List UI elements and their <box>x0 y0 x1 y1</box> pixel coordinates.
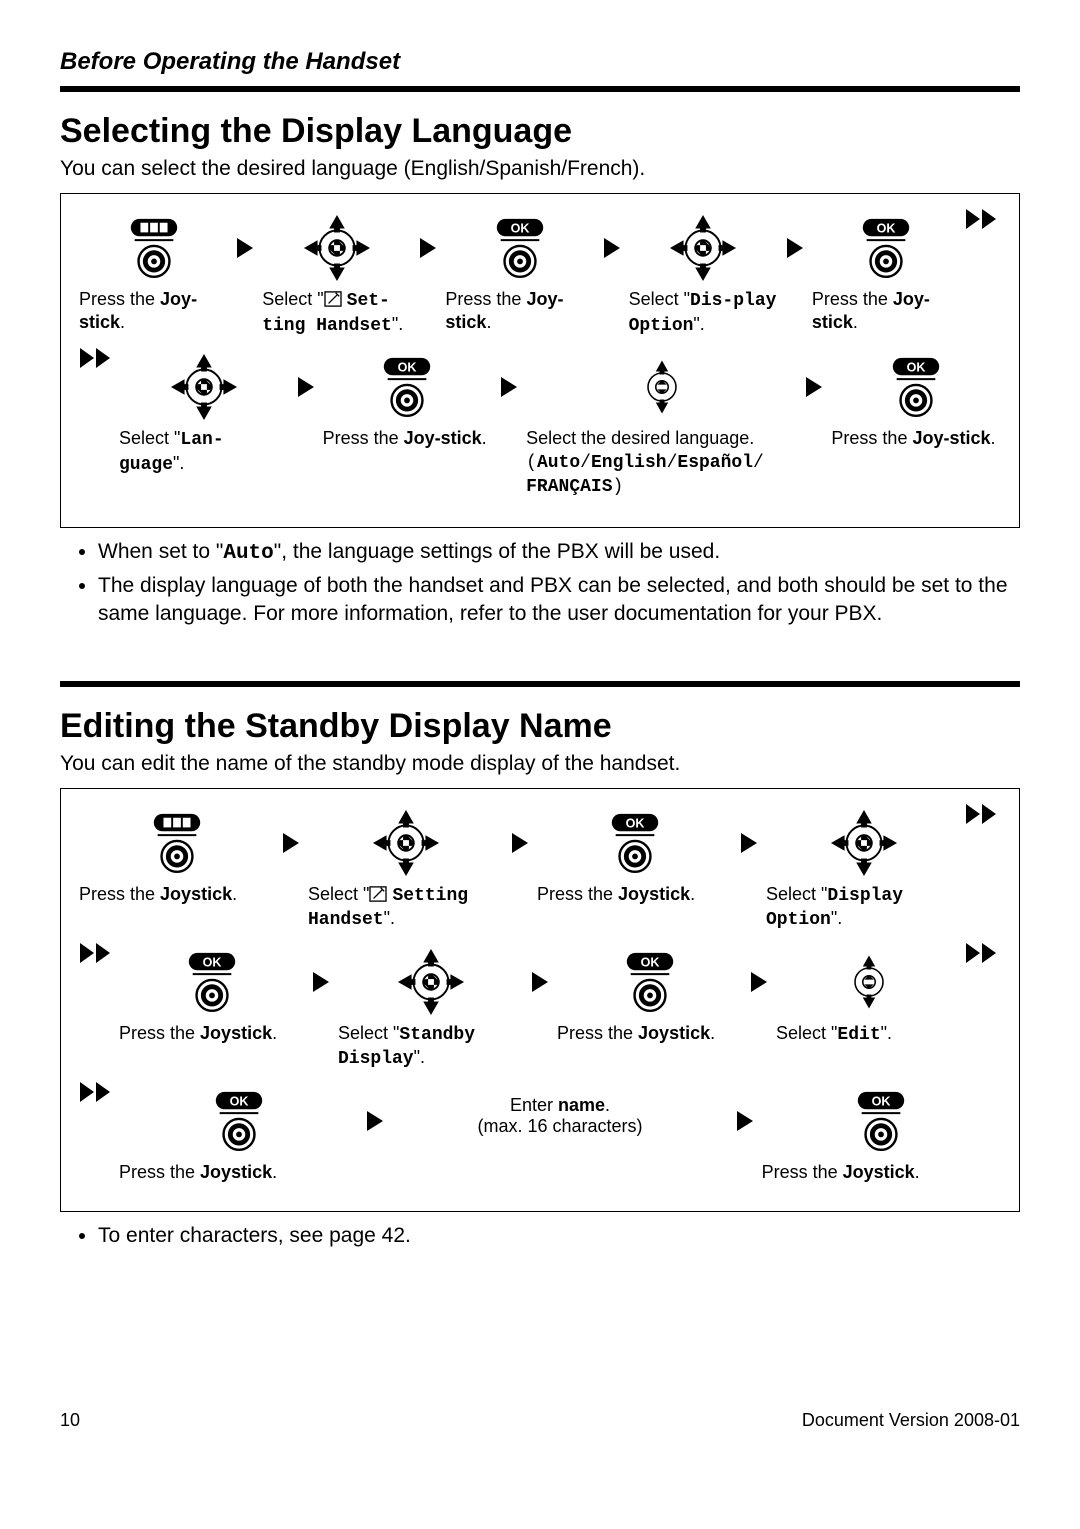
page-number: 10 <box>60 1410 80 1431</box>
section1-intro: You can select the desired language (Eng… <box>60 157 1020 181</box>
four-way-icon <box>829 808 899 878</box>
ok-joystick-icon <box>887 354 945 420</box>
menu-joystick-icon <box>148 810 206 876</box>
footer: 10 Document Version 2008-01 <box>60 1410 1020 1431</box>
two-way-icon <box>634 359 690 415</box>
arrow-right-icon <box>740 832 758 854</box>
arrow-right-icon <box>786 237 804 259</box>
doc-version: Document Version 2008-01 <box>802 1410 1020 1431</box>
ok-joystick-icon <box>857 215 915 281</box>
section2-title: Editing the Standby Display Name <box>60 707 1020 746</box>
ok-joystick-icon <box>491 215 549 281</box>
ok-joystick-icon <box>183 949 241 1015</box>
arrow-right-icon <box>805 376 823 398</box>
two-way-icon <box>841 954 897 1010</box>
four-way-icon <box>371 808 441 878</box>
pencil-icon <box>324 291 342 307</box>
four-way-icon <box>668 213 738 283</box>
divider <box>60 86 1020 92</box>
section1-notes: When set to "Auto", the language setting… <box>60 538 1020 629</box>
arrow-continue-icon <box>965 803 997 825</box>
divider <box>60 681 1020 687</box>
arrow-continue-icon <box>965 208 997 230</box>
four-way-icon <box>169 352 239 422</box>
ok-joystick-icon <box>621 949 679 1015</box>
arrow-right-icon <box>511 832 529 854</box>
arrow-right-icon <box>419 237 437 259</box>
arrow-right-icon <box>297 376 315 398</box>
arrow-right-icon <box>236 237 254 259</box>
arrow-continue-icon <box>79 347 111 369</box>
section1-title: Selecting the Display Language <box>60 112 1020 151</box>
arrow-right-icon <box>736 1110 754 1132</box>
section2-procedure: Press the Joystick. Select " Setting Han… <box>60 788 1020 1213</box>
ok-joystick-icon <box>210 1088 268 1154</box>
breadcrumb: Before Operating the Handset <box>60 48 1020 76</box>
arrow-right-icon <box>366 1110 384 1132</box>
arrow-continue-icon <box>79 1081 111 1103</box>
arrow-right-icon <box>312 971 330 993</box>
arrow-continue-icon <box>965 942 997 964</box>
four-way-icon <box>302 213 372 283</box>
arrow-right-icon <box>500 376 518 398</box>
four-way-icon <box>396 947 466 1017</box>
section1-procedure: Press the Joy-stick. Select " Set-ting H… <box>60 193 1020 528</box>
ok-joystick-icon <box>606 810 664 876</box>
menu-joystick-icon <box>125 215 183 281</box>
pencil-icon <box>369 886 387 902</box>
arrow-continue-icon <box>79 942 111 964</box>
arrow-right-icon <box>282 832 300 854</box>
ok-joystick-icon <box>378 354 436 420</box>
arrow-right-icon <box>531 971 549 993</box>
ok-joystick-icon <box>852 1088 910 1154</box>
arrow-right-icon <box>750 971 768 993</box>
arrow-right-icon <box>603 237 621 259</box>
section2-intro: You can edit the name of the standby mod… <box>60 752 1020 776</box>
section2-notes: To enter characters, see page 42. <box>60 1222 1020 1250</box>
